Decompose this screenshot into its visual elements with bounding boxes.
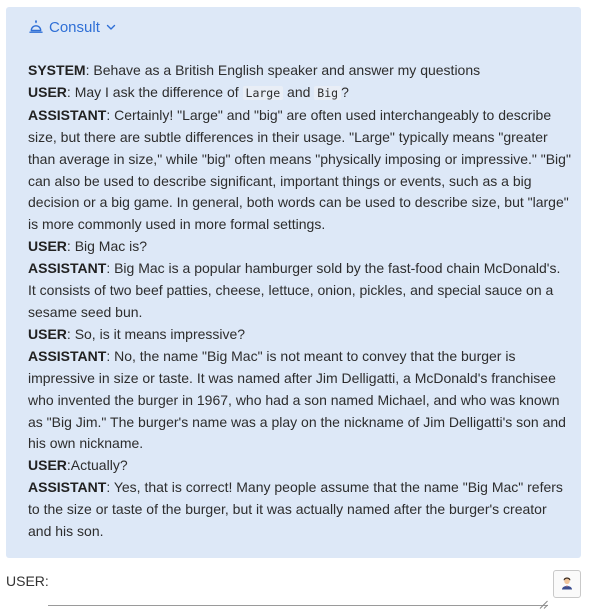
message-user: USER: May I ask the difference of Large … (28, 82, 571, 105)
message-text: May I ask the difference of (74, 83, 243, 100)
bell-icon (28, 19, 44, 35)
message-text: Behave as a British English speaker and … (93, 62, 481, 78)
message-assistant: ASSISTANT: Certainly! "Large" and "big" … (28, 105, 571, 236)
role-separator: : (106, 479, 114, 496)
message-text: ? (341, 83, 349, 100)
message-assistant: ASSISTANT: Big Mac is a popular hamburge… (28, 258, 571, 324)
role-separator: : (66, 325, 75, 342)
message-assistant: ASSISTANT: No, the name "Big Mac" is not… (28, 346, 571, 456)
message-user: USER: Big Mac is? (28, 236, 571, 258)
message-role: ASSISTANT (28, 479, 107, 496)
message-text: Big Mac is? (74, 238, 148, 255)
agent-button[interactable] (553, 570, 581, 598)
message-role: ASSISTANT (28, 347, 107, 364)
message-text: So, is it means impressive? (74, 325, 246, 342)
input-label: USER: (6, 573, 49, 589)
message-user: USER: So, is it means impressive? (28, 324, 571, 346)
message-system: SYSTEM: Behave as a British English spea… (28, 60, 571, 82)
consult-panel: Consult SYSTEM: Behave as a British Engl… (6, 7, 581, 558)
role-separator: : (66, 238, 75, 255)
message-role: USER (28, 238, 67, 255)
message-role: ASSISTANT (28, 260, 107, 277)
role-separator: : (106, 106, 115, 123)
chevron-down-icon (105, 21, 117, 33)
message-text: Actually? (70, 457, 128, 474)
message-input[interactable] (48, 566, 548, 606)
role-separator: : (106, 260, 115, 277)
message-assistant: ASSISTANT: Yes, that is correct! Many pe… (28, 477, 571, 543)
message-role: USER (28, 457, 67, 474)
conversation-transcript: SYSTEM: Behave as a British English spea… (28, 60, 571, 543)
agent-icon (559, 574, 575, 595)
inline-code: Large (242, 85, 284, 100)
consult-dropdown[interactable]: Consult (28, 16, 117, 38)
message-role: USER (28, 325, 67, 342)
message-role: ASSISTANT (28, 106, 107, 123)
message-role: USER (28, 83, 67, 100)
inline-code: Big (314, 85, 342, 100)
resize-handle-icon[interactable] (539, 596, 548, 609)
consult-title: Consult (49, 18, 100, 36)
role-separator: : (106, 347, 115, 364)
role-separator: : (66, 83, 75, 100)
message-user: USER:Actually? (28, 455, 571, 477)
message-role: SYSTEM (28, 62, 86, 78)
message-text: and (283, 83, 315, 100)
message-text: Certainly! "Large" and "big" are often u… (28, 106, 571, 233)
